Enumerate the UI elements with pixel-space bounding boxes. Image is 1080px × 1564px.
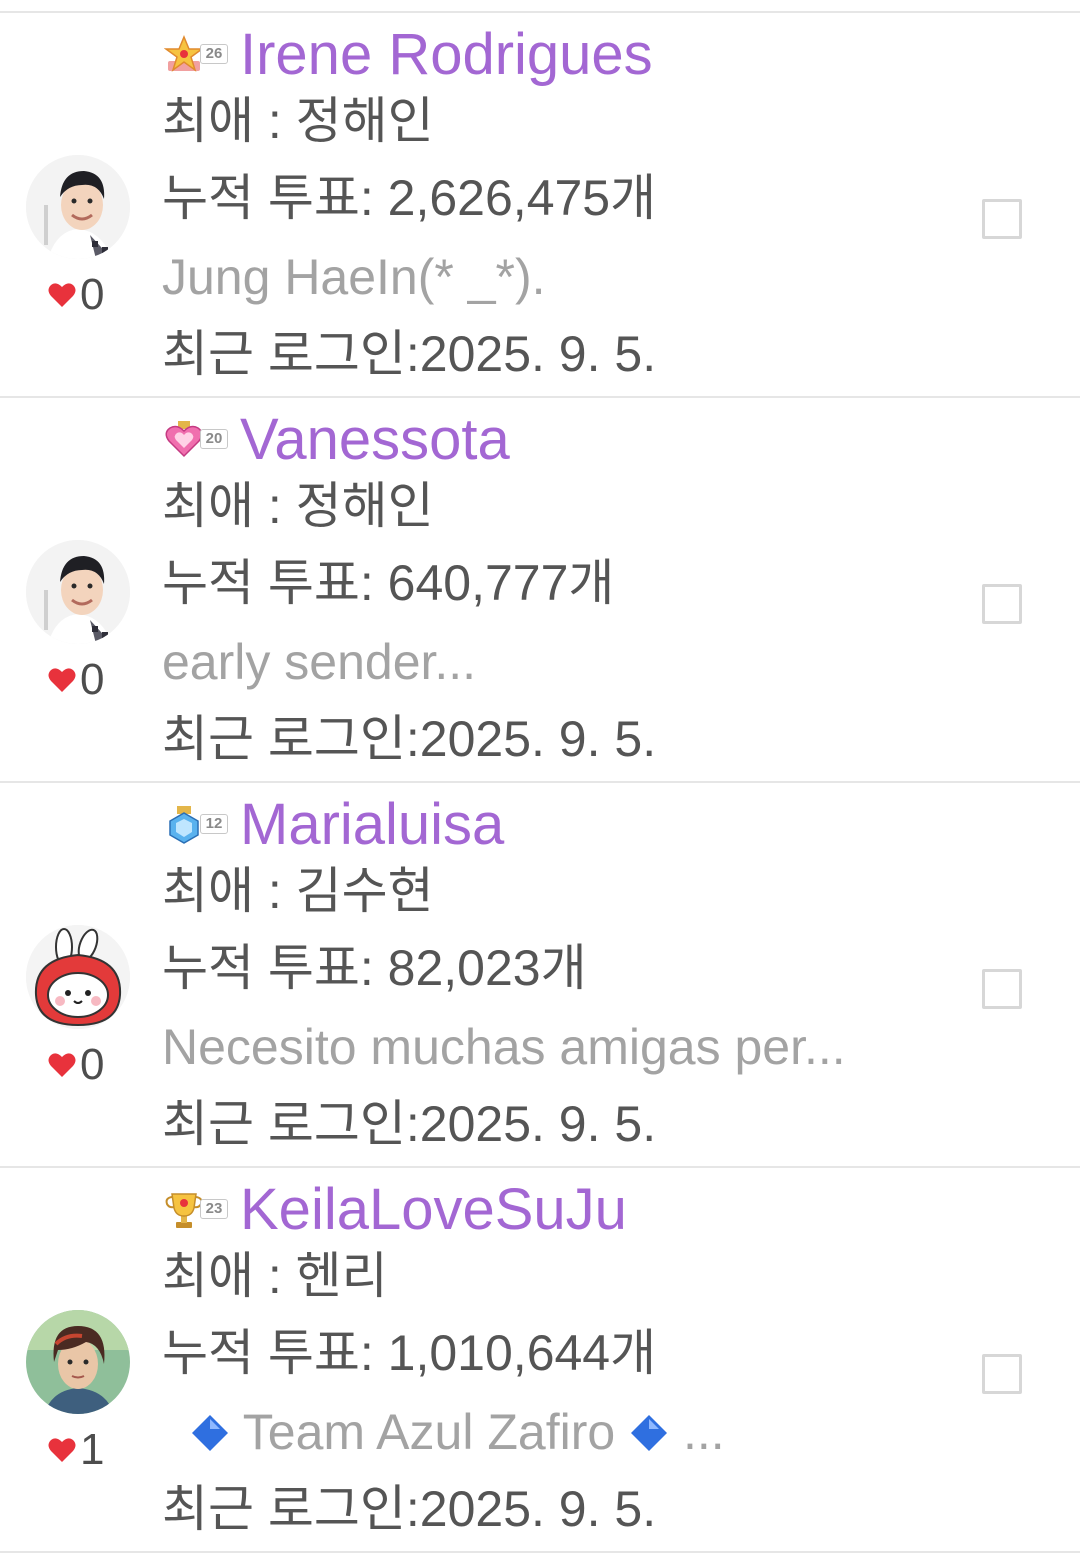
likes-count: 0 bbox=[80, 270, 105, 319]
username[interactable]: Irene Rodrigues bbox=[240, 25, 653, 85]
total-votes: 누적 투표: 2,626,475개 bbox=[162, 170, 657, 226]
heart-icon bbox=[48, 668, 76, 692]
diamond-medal-icon bbox=[169, 806, 199, 844]
username[interactable]: KeilaLoveSuJu bbox=[240, 1180, 627, 1240]
likes[interactable]: 1 bbox=[48, 1428, 104, 1472]
likes[interactable]: 0 bbox=[48, 273, 104, 317]
username[interactable]: Marialuisa bbox=[240, 795, 504, 855]
status-message: Jung HaeIn(* _*). bbox=[162, 249, 546, 305]
last-login: 최근 로그인:2025. 9. 5. bbox=[162, 1096, 657, 1152]
heart-icon bbox=[48, 1438, 76, 1462]
heart-medal-icon bbox=[165, 421, 203, 458]
favorite-idol: 최애 : 정해인 bbox=[162, 478, 434, 534]
status-message: Necesito muchas amigas per... bbox=[162, 1019, 846, 1075]
select-checkbox[interactable] bbox=[982, 199, 1022, 239]
level-badge: 23 bbox=[164, 1190, 230, 1230]
username[interactable]: Vanessota bbox=[240, 410, 510, 470]
profile-photo-icon bbox=[26, 540, 130, 644]
status-text: Team Azul Zafiro bbox=[229, 1404, 630, 1460]
avatar[interactable] bbox=[26, 1310, 130, 1414]
select-checkbox[interactable] bbox=[982, 969, 1022, 1009]
bunny-character-icon bbox=[26, 925, 130, 1029]
select-checkbox[interactable] bbox=[982, 584, 1022, 624]
select-checkbox[interactable] bbox=[982, 1354, 1022, 1394]
last-login: 최근 로그인:2025. 9. 5. bbox=[162, 1481, 657, 1537]
user-row[interactable]: 0 20 Vanessota 최애 : 정해인 누적 투표: 640,777개 … bbox=[0, 398, 1080, 783]
user-list: 0 26 Irene Rodrigues 최애 : 정해인 누적 투표: 2,6… bbox=[0, 13, 1080, 1553]
star-medal-icon bbox=[164, 35, 204, 72]
likes-count: 0 bbox=[80, 1040, 105, 1089]
likes[interactable]: 0 bbox=[48, 1043, 104, 1087]
likes-count: 0 bbox=[80, 655, 105, 704]
profile-photo-icon bbox=[26, 155, 130, 259]
level-number: 12 bbox=[200, 814, 228, 834]
name-line: 20 Vanessota bbox=[164, 410, 510, 470]
last-login: 최근 로그인:2025. 9. 5. bbox=[162, 326, 657, 382]
name-line: 23 KeilaLoveSuJu bbox=[164, 1180, 627, 1240]
favorite-idol: 최애 : 정해인 bbox=[162, 93, 434, 149]
heart-icon bbox=[48, 1053, 76, 1077]
blue-diamond-icon bbox=[631, 1415, 668, 1451]
favorite-idol: 최애 : 헨리 bbox=[162, 1248, 388, 1304]
total-votes: 누적 투표: 1,010,644개 bbox=[162, 1325, 657, 1381]
heart-icon bbox=[48, 283, 76, 307]
level-number: 26 bbox=[200, 44, 228, 64]
total-votes: 누적 투표: 640,777개 bbox=[162, 555, 615, 611]
level-badge: 26 bbox=[164, 35, 230, 75]
avatar[interactable] bbox=[26, 155, 130, 259]
name-line: 26 Irene Rodrigues bbox=[164, 25, 653, 85]
likes-count: 1 bbox=[80, 1425, 105, 1474]
status-suffix: ... bbox=[669, 1404, 725, 1460]
avatar[interactable] bbox=[26, 925, 130, 1029]
status-message: Team Azul Zafiro ... bbox=[162, 1402, 725, 1462]
user-row[interactable]: 0 12 Marialuisa 최애 : 김수현 누적 투표: 82,023개 … bbox=[0, 783, 1080, 1168]
blue-diamond-icon bbox=[191, 1415, 228, 1451]
profile-photo-icon bbox=[26, 1310, 130, 1414]
last-login: 최근 로그인:2025. 9. 5. bbox=[162, 711, 657, 767]
favorite-idol: 최애 : 김수현 bbox=[162, 863, 434, 919]
user-row[interactable]: 1 23 KeilaLoveSuJu 최애 : 헨리 누적 투표: 1,010,… bbox=[0, 1168, 1080, 1553]
status-message: early sender... bbox=[162, 634, 477, 690]
trophy-medal-icon bbox=[165, 1193, 203, 1228]
level-number: 23 bbox=[200, 1199, 228, 1219]
level-number: 20 bbox=[200, 429, 228, 449]
name-line: 12 Marialuisa bbox=[164, 795, 504, 855]
likes[interactable]: 0 bbox=[48, 658, 104, 702]
level-badge: 12 bbox=[164, 805, 230, 845]
total-votes: 누적 투표: 82,023개 bbox=[162, 940, 587, 996]
level-badge: 20 bbox=[164, 420, 230, 460]
user-row[interactable]: 0 26 Irene Rodrigues 최애 : 정해인 누적 투표: 2,6… bbox=[0, 13, 1080, 398]
status-prefix bbox=[162, 1404, 190, 1460]
avatar[interactable] bbox=[26, 540, 130, 644]
